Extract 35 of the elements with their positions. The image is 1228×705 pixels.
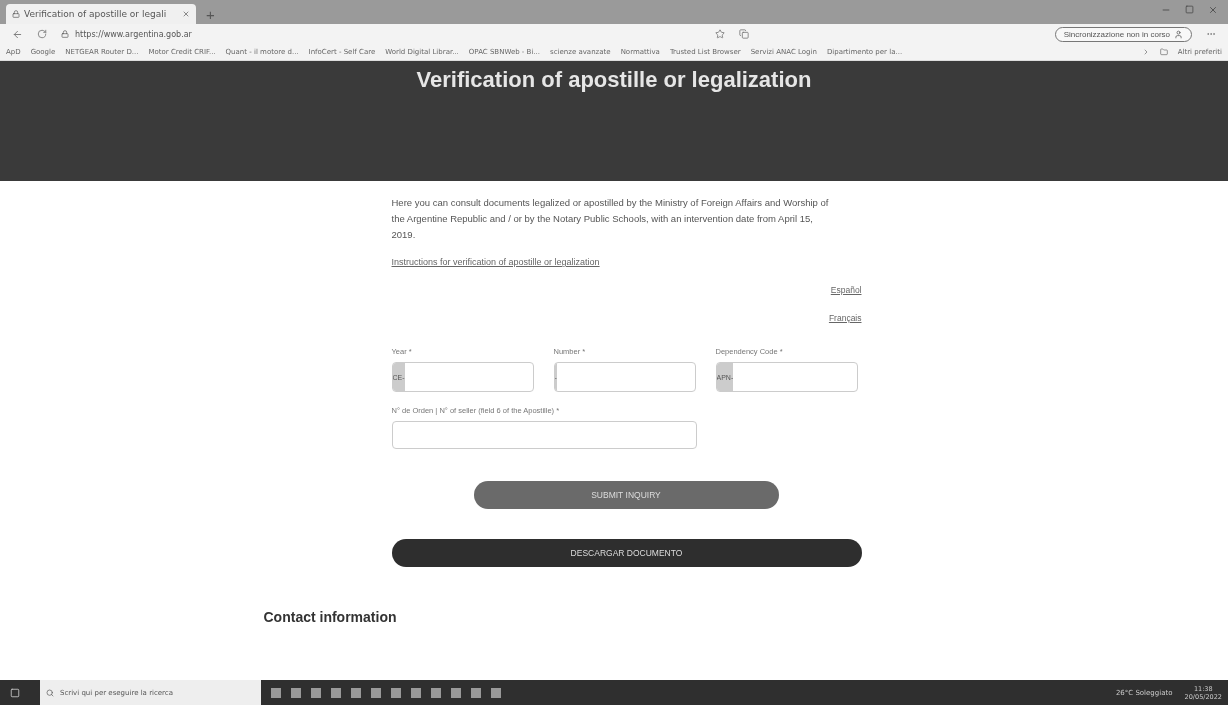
close-icon[interactable] — [1208, 5, 1218, 15]
page-title: Verification of apostille or legalization — [416, 67, 812, 93]
back-icon[interactable] — [12, 28, 23, 40]
app-icon[interactable] — [331, 687, 341, 698]
submit-button[interactable]: SUBMIT INQUIRY — [473, 481, 779, 509]
app-icon[interactable] — [431, 687, 441, 698]
app-icon[interactable] — [271, 687, 281, 698]
app-icon[interactable] — [491, 687, 501, 698]
language-link[interactable]: Français — [828, 313, 862, 323]
profile-icon — [1174, 29, 1183, 39]
app-icon[interactable] — [371, 687, 381, 698]
collections-icon[interactable] — [739, 29, 749, 39]
section-heading: Contact information — [263, 609, 398, 625]
search-icon — [46, 688, 54, 697]
app-icon[interactable] — [311, 687, 321, 698]
input-field[interactable] — [391, 421, 697, 449]
reload-icon[interactable] — [37, 29, 47, 39]
app-icon[interactable] — [471, 687, 481, 698]
app-icon[interactable] — [391, 687, 401, 698]
sync-button[interactable]: Sincronizzazione non in corso — [1054, 26, 1192, 42]
download-button[interactable]: DESCARGAR DOCUMENTO — [391, 539, 862, 567]
app-icon[interactable] — [291, 687, 301, 698]
instructions-link[interactable]: Instructions for verification of apostille or legalization — [391, 257, 600, 267]
favorite-icon[interactable] — [715, 29, 725, 39]
folder-icon — [1159, 48, 1168, 56]
intro-text: Here you can consult documents legalized or apostilled by the Ministry of Foreign Affairs and Worship of the Argentine Republic and / or by the Notary Public Schools, with an intervention date from April 15, 2019. — [391, 196, 830, 242]
address-field[interactable]: https://www.argentina.gob.ar — [75, 29, 192, 39]
app-icon[interactable] — [451, 687, 461, 698]
app-icon[interactable] — [351, 687, 361, 698]
close-icon[interactable] — [182, 10, 190, 18]
browser-tab[interactable]: Verification of apostille or legali — [6, 4, 196, 24]
tab-title: Verification of apostille or legali — [24, 9, 168, 19]
app-icon[interactable] — [411, 687, 421, 698]
lock-icon — [61, 30, 69, 38]
language-link[interactable]: Español — [830, 285, 862, 295]
